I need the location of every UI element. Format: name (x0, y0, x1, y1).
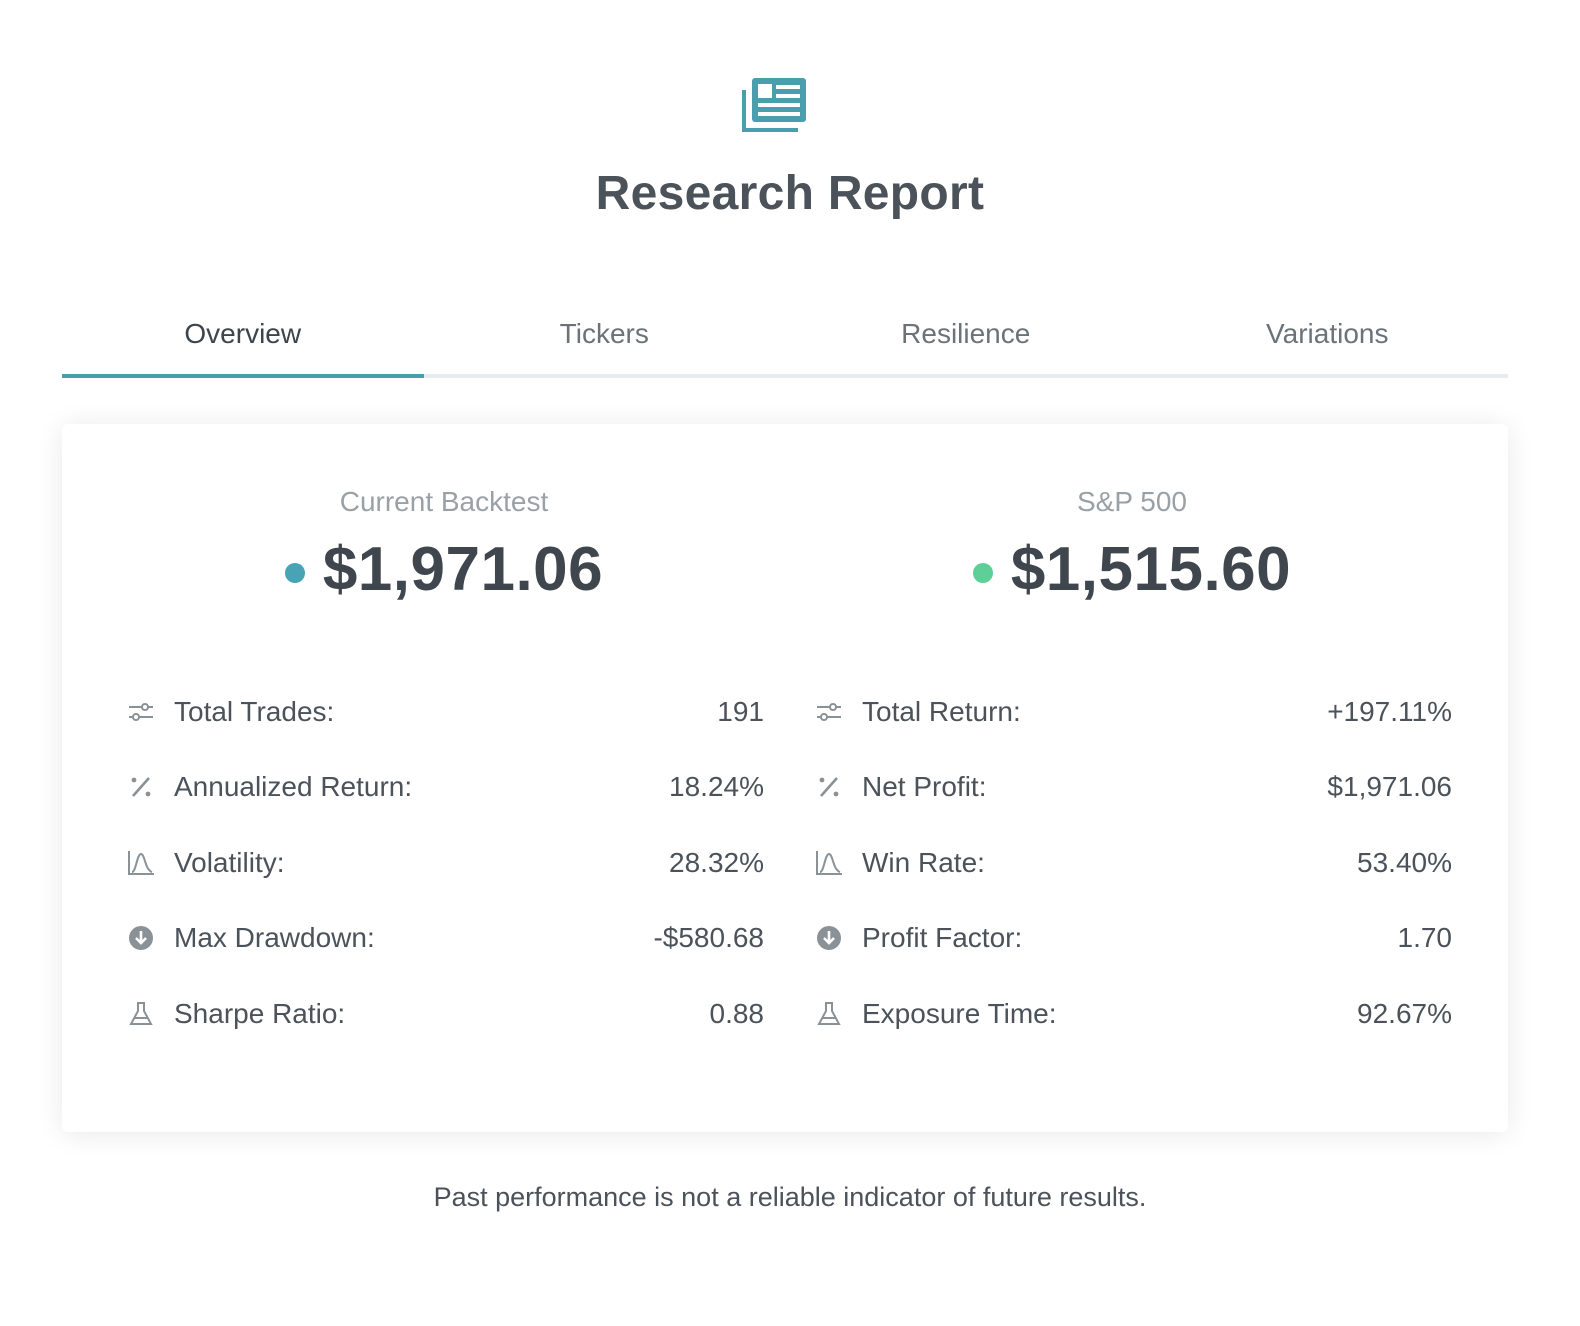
stat-label: Sharpe Ratio: (174, 997, 346, 1029)
backtest-label: Current Backtest (339, 486, 549, 517)
stat-label: Total Return: (862, 695, 1021, 727)
page-title: Research Report (595, 167, 985, 220)
stat-row: Total Return: +197.11% (812, 674, 1452, 750)
overview-card: Current Backtest $1,971.06 Total Trades: (62, 424, 1508, 1132)
stat-row: Annualized Return: 18.24% (124, 750, 764, 826)
arrow-down-circle-icon (129, 926, 153, 951)
tab-overview[interactable]: Overview (62, 300, 424, 378)
disclaimer-text: Past performance is not a reliable indic… (433, 1182, 1147, 1212)
stat-row: Profit Factor: 1.70 (812, 901, 1452, 977)
backtest-stats: Total Trades: 191 Annualized Return: 18.… (124, 674, 764, 1052)
stat-value: 53.40% (1357, 846, 1452, 878)
stat-value: +197.11% (1327, 695, 1452, 727)
stat-value: $1,971.06 (1327, 771, 1452, 803)
stat-label: Annualized Return: (174, 771, 413, 803)
chart-curve-icon (128, 850, 154, 875)
arrow-down-circle-icon (817, 926, 841, 951)
chart-curve-icon (816, 850, 842, 875)
stat-value: 92.67% (1357, 997, 1452, 1029)
backtest-legend-dot (284, 562, 305, 583)
stat-row: Sharpe Ratio: 0.88 (124, 976, 764, 1052)
stat-row: Exposure Time: 92.67% (812, 976, 1452, 1052)
stat-value: 18.24% (669, 771, 764, 803)
stat-row: Max Drawdown: -$580.68 (124, 901, 764, 977)
sliders-icon (129, 702, 153, 721)
stat-label: Volatility: (174, 846, 285, 878)
stat-value: 1.70 (1397, 922, 1453, 954)
stat-row: Total Trades: 191 (124, 674, 764, 750)
tab-bar: Overview Tickers Resilience Variations (62, 300, 1508, 378)
newspaper-icon (742, 78, 806, 132)
tab-resilience[interactable]: Resilience (785, 300, 1147, 374)
stat-value: 28.32% (669, 846, 764, 878)
backtest-value: $1,971.06 (322, 535, 604, 604)
stat-row: Volatility: 28.32% (124, 825, 764, 901)
stat-label: Total Trades: (174, 695, 335, 727)
stat-label: Profit Factor: (862, 922, 1023, 954)
stat-value: 0.88 (709, 997, 765, 1029)
benchmark-value: $1,515.60 (1010, 535, 1292, 604)
flask-icon (129, 1001, 153, 1025)
tab-tickers[interactable]: Tickers (424, 300, 786, 374)
stat-label: Win Rate: (862, 846, 985, 878)
benchmark-stats: Total Return: +197.11% Net Profit: $1,97… (812, 674, 1452, 1052)
stat-row: Net Profit: $1,971.06 (812, 750, 1452, 826)
sliders-icon (817, 702, 841, 721)
benchmark-label: S&P 500 (1076, 486, 1188, 517)
stat-value: -$580.68 (653, 922, 764, 954)
stat-label: Max Drawdown: (174, 922, 375, 954)
benchmark-legend-dot (972, 562, 993, 583)
backtest-summary: Current Backtest $1,971.06 (124, 486, 764, 605)
flask-icon (817, 1001, 841, 1025)
stat-label: Net Profit: (862, 771, 987, 803)
research-report-page: Research Report Overview Tickers Resilie… (0, 0, 1580, 1326)
tab-variations[interactable]: Variations (1147, 300, 1509, 374)
percent-icon (131, 777, 151, 798)
stat-value: 191 (717, 695, 764, 727)
percent-icon (819, 777, 839, 798)
stat-row: Win Rate: 53.40% (812, 825, 1452, 901)
stat-label: Exposure Time: (862, 997, 1057, 1029)
benchmark-summary: S&P 500 $1,515.60 (812, 486, 1452, 605)
